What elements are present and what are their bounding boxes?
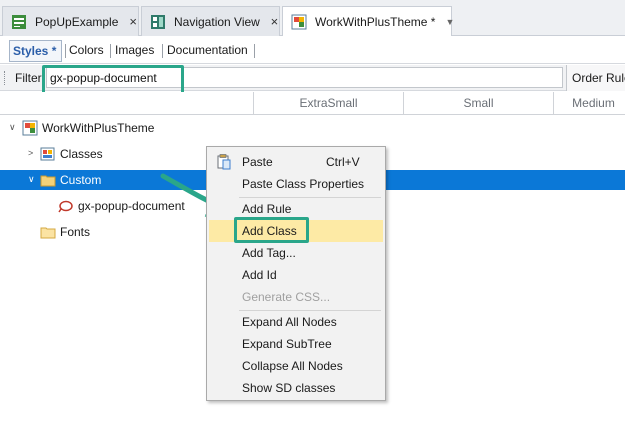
menu-item-label: Paste Class Properties xyxy=(242,177,365,191)
column-header-row: ExtraSmall Small Medium xyxy=(0,92,625,115)
menu-item-label: Add Class xyxy=(242,224,297,238)
tree-node-label: Custom xyxy=(60,173,102,187)
filter-bar: Filter xyxy=(0,65,625,91)
class-rule-icon xyxy=(58,198,74,214)
tab-navigation-view[interactable]: Navigation View × xyxy=(141,6,280,36)
document-tab-bar: PopUpExample × Navigation View × WorkWit… xyxy=(0,0,625,37)
navigation-view-icon xyxy=(150,14,166,30)
menu-item-paste[interactable]: Paste Ctrl+V xyxy=(209,151,383,173)
menu-item-label: Paste xyxy=(242,155,273,169)
collapse-chevron-icon[interactable]: ∨ xyxy=(28,174,35,185)
menu-item-label: Expand SubTree xyxy=(242,337,332,351)
filter-label: Filter xyxy=(15,71,42,85)
tab-colors[interactable]: Colors xyxy=(66,40,107,62)
theme-icon xyxy=(291,14,307,30)
menu-item-add-rule[interactable]: Add Rule xyxy=(209,198,383,220)
filter-input[interactable] xyxy=(46,67,563,88)
classes-icon xyxy=(40,146,56,162)
tree-node-label: Classes xyxy=(60,147,103,161)
folder-icon xyxy=(40,172,56,188)
close-icon[interactable]: × xyxy=(270,14,279,29)
menu-item-label: Collapse All Nodes xyxy=(242,359,343,373)
toolbar-grip-handle[interactable] xyxy=(4,71,7,85)
tree-node-root[interactable]: ∨ WorkWithPlusTheme xyxy=(0,118,625,138)
menu-item-expand-all-nodes[interactable]: Expand All Nodes xyxy=(209,311,383,333)
menu-item-label: Show SD classes xyxy=(242,381,336,395)
tab-separator xyxy=(254,44,255,58)
theme-icon xyxy=(22,120,38,136)
menu-item-shortcut: Ctrl+V xyxy=(326,155,360,169)
column-header-medium[interactable]: Medium xyxy=(553,92,625,115)
expand-chevron-icon[interactable]: > xyxy=(28,148,33,158)
order-rules-button[interactable]: Order Rules xyxy=(566,65,625,91)
folder-icon xyxy=(40,224,56,240)
menu-item-expand-subtree[interactable]: Expand SubTree xyxy=(209,333,383,355)
tab-separator xyxy=(110,44,111,58)
webpanel-icon xyxy=(11,14,27,30)
menu-item-add-tag[interactable]: Add Tag... xyxy=(209,242,383,264)
collapse-chevron-icon[interactable]: ∨ xyxy=(9,122,16,133)
tab-images[interactable]: Images xyxy=(112,40,157,62)
tab-label: WorkWithPlusTheme * xyxy=(315,15,436,29)
menu-item-collapse-all-nodes[interactable]: Collapse All Nodes xyxy=(209,355,383,377)
clipboard-icon xyxy=(217,154,231,170)
menu-item-add-class[interactable]: Add Class xyxy=(209,220,383,242)
menu-item-paste-class-properties[interactable]: Paste Class Properties xyxy=(209,173,383,195)
tab-label: Navigation View xyxy=(174,14,260,29)
close-icon[interactable]: × xyxy=(128,14,138,29)
tab-documentation[interactable]: Documentation xyxy=(164,40,251,62)
menu-item-label: Add Tag... xyxy=(242,246,296,260)
tab-popupexample[interactable]: PopUpExample × xyxy=(2,6,139,36)
tab-menu-chevron-icon[interactable]: ▼ xyxy=(445,17,454,27)
menu-item-add-id[interactable]: Add Id xyxy=(209,264,383,286)
tab-label: PopUpExample xyxy=(35,14,119,29)
menu-item-generate-css: Generate CSS... xyxy=(209,286,383,308)
tab-styles[interactable]: Styles * xyxy=(9,40,62,62)
menu-item-label: Add Id xyxy=(242,268,277,282)
menu-item-label: Expand All Nodes xyxy=(242,315,337,329)
menu-item-show-sd-classes[interactable]: Show SD classes xyxy=(209,377,383,399)
menu-item-label: Generate CSS... xyxy=(242,290,331,304)
tree-node-label: gx-popup-document xyxy=(78,199,185,213)
tree-node-label: WorkWithPlusTheme xyxy=(42,121,155,135)
tab-workwithplustheme[interactable]: WorkWithPlusTheme * ▼ xyxy=(282,6,454,37)
editor-sub-tabs: Styles * Colors Images Documentation xyxy=(0,36,625,64)
column-header-extrasmall[interactable]: ExtraSmall xyxy=(253,92,403,115)
tree-node-label: Fonts xyxy=(60,225,91,239)
tab-separator xyxy=(162,44,163,58)
menu-item-label: Add Rule xyxy=(242,202,292,216)
context-menu: Paste Ctrl+V Paste Class Properties Add … xyxy=(206,146,386,401)
column-header-small[interactable]: Small xyxy=(403,92,553,115)
